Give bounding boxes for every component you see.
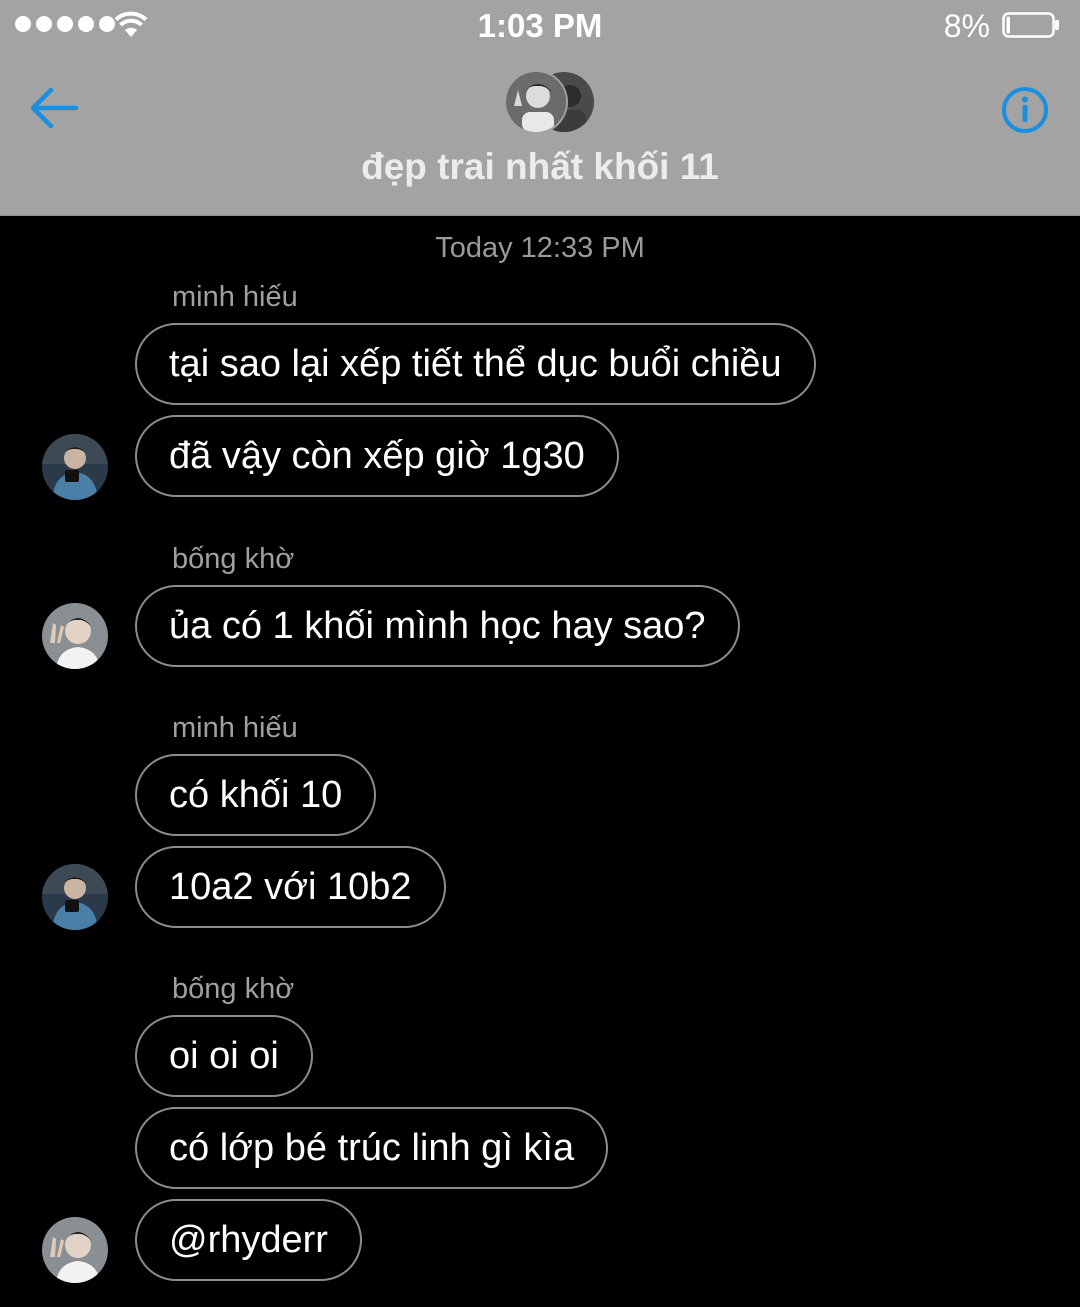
message-timestamp: Today 12:33 PM xyxy=(435,232,645,264)
sender-name: minh hiếu xyxy=(172,281,298,313)
chat-title[interactable]: đẹp trai nhất khối 11 xyxy=(0,146,1080,188)
back-arrow-icon[interactable] xyxy=(26,85,82,131)
battery-icon xyxy=(1002,12,1059,38)
sender-avatar-bong-kho[interactable] xyxy=(42,1217,108,1283)
sender-name: minh hiếu xyxy=(172,712,298,744)
status-bar: 1:03 PM 8% xyxy=(0,0,1080,52)
sender-name: bống khờ xyxy=(172,543,295,575)
message-bubble[interactable]: đã vậy còn xếp giờ 1g30 xyxy=(135,415,619,497)
status-time: 1:03 PM xyxy=(477,7,603,44)
group-avatar[interactable] xyxy=(506,72,594,132)
chat-screen: 1:03 PM 8% đẹp trai nhất khối 11 Today 1… xyxy=(0,0,1080,1307)
sender-name: bống khờ xyxy=(172,973,295,1005)
info-icon[interactable] xyxy=(1000,85,1050,135)
message-bubble[interactable]: @rhyderr xyxy=(135,1199,362,1281)
sender-avatar-bong-kho[interactable] xyxy=(42,603,108,669)
message-bubble[interactable]: tại sao lại xếp tiết thể dục buổi chiều xyxy=(135,323,816,405)
sender-avatar-minh-hieu[interactable] xyxy=(42,864,108,930)
member-avatar-1 xyxy=(506,72,566,132)
message-bubble[interactable]: có lớp bé trúc linh gì kìa xyxy=(135,1107,609,1189)
battery-percentage: 8% xyxy=(943,8,990,44)
sender-avatar-minh-hieu[interactable] xyxy=(42,434,108,500)
message-bubble[interactable]: có khối 10 xyxy=(135,754,377,836)
chat-header: đẹp trai nhất khối 11 xyxy=(0,52,1080,216)
message-bubble[interactable]: ủa có 1 khối mình học hay sao? xyxy=(135,585,740,667)
message-bubble[interactable]: 10a2 với 10b2 xyxy=(135,846,446,928)
message-bubble[interactable]: oi oi oi xyxy=(135,1015,313,1097)
